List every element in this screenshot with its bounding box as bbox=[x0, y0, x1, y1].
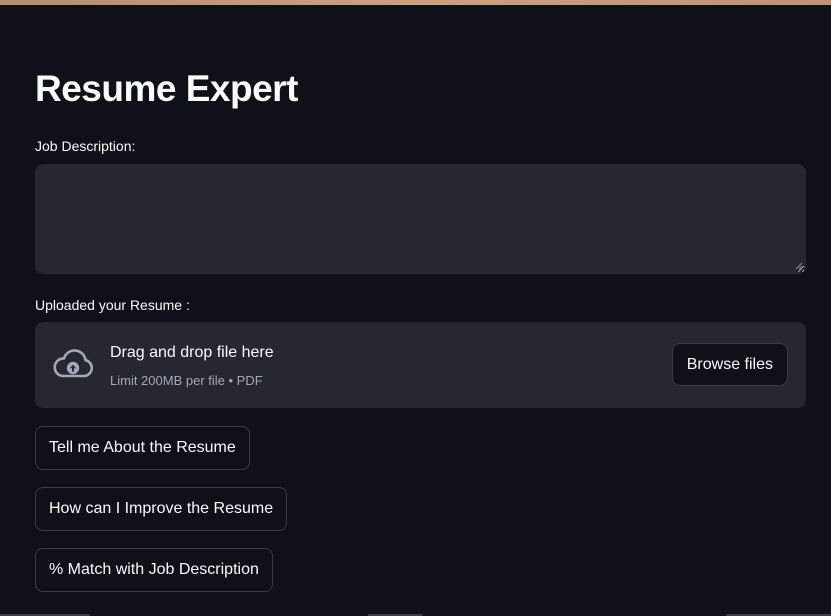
dropzone-instructions: Drag and drop file here bbox=[110, 344, 274, 361]
file-dropzone[interactable]: Drag and drop file here Limit 200MB per … bbox=[35, 322, 806, 408]
resume-upload-label: Uploaded your Resume : bbox=[35, 297, 190, 313]
job-description-label: Job Description: bbox=[35, 138, 136, 154]
improve-resume-button[interactable]: How can I Improve the Resume bbox=[35, 487, 288, 531]
cloud-upload-icon bbox=[53, 349, 94, 378]
page-title: Resume Expert bbox=[35, 68, 298, 109]
about-resume-button[interactable]: Tell me About the Resume bbox=[35, 426, 250, 470]
header-decoration-bar bbox=[0, 0, 831, 5]
dropzone-limit-text: Limit 200MB per file • PDF bbox=[110, 373, 263, 388]
match-percentage-button[interactable]: % Match with Job Description bbox=[35, 548, 273, 592]
browse-files-button[interactable]: Browse files bbox=[671, 343, 788, 386]
job-description-textarea[interactable] bbox=[35, 164, 806, 274]
